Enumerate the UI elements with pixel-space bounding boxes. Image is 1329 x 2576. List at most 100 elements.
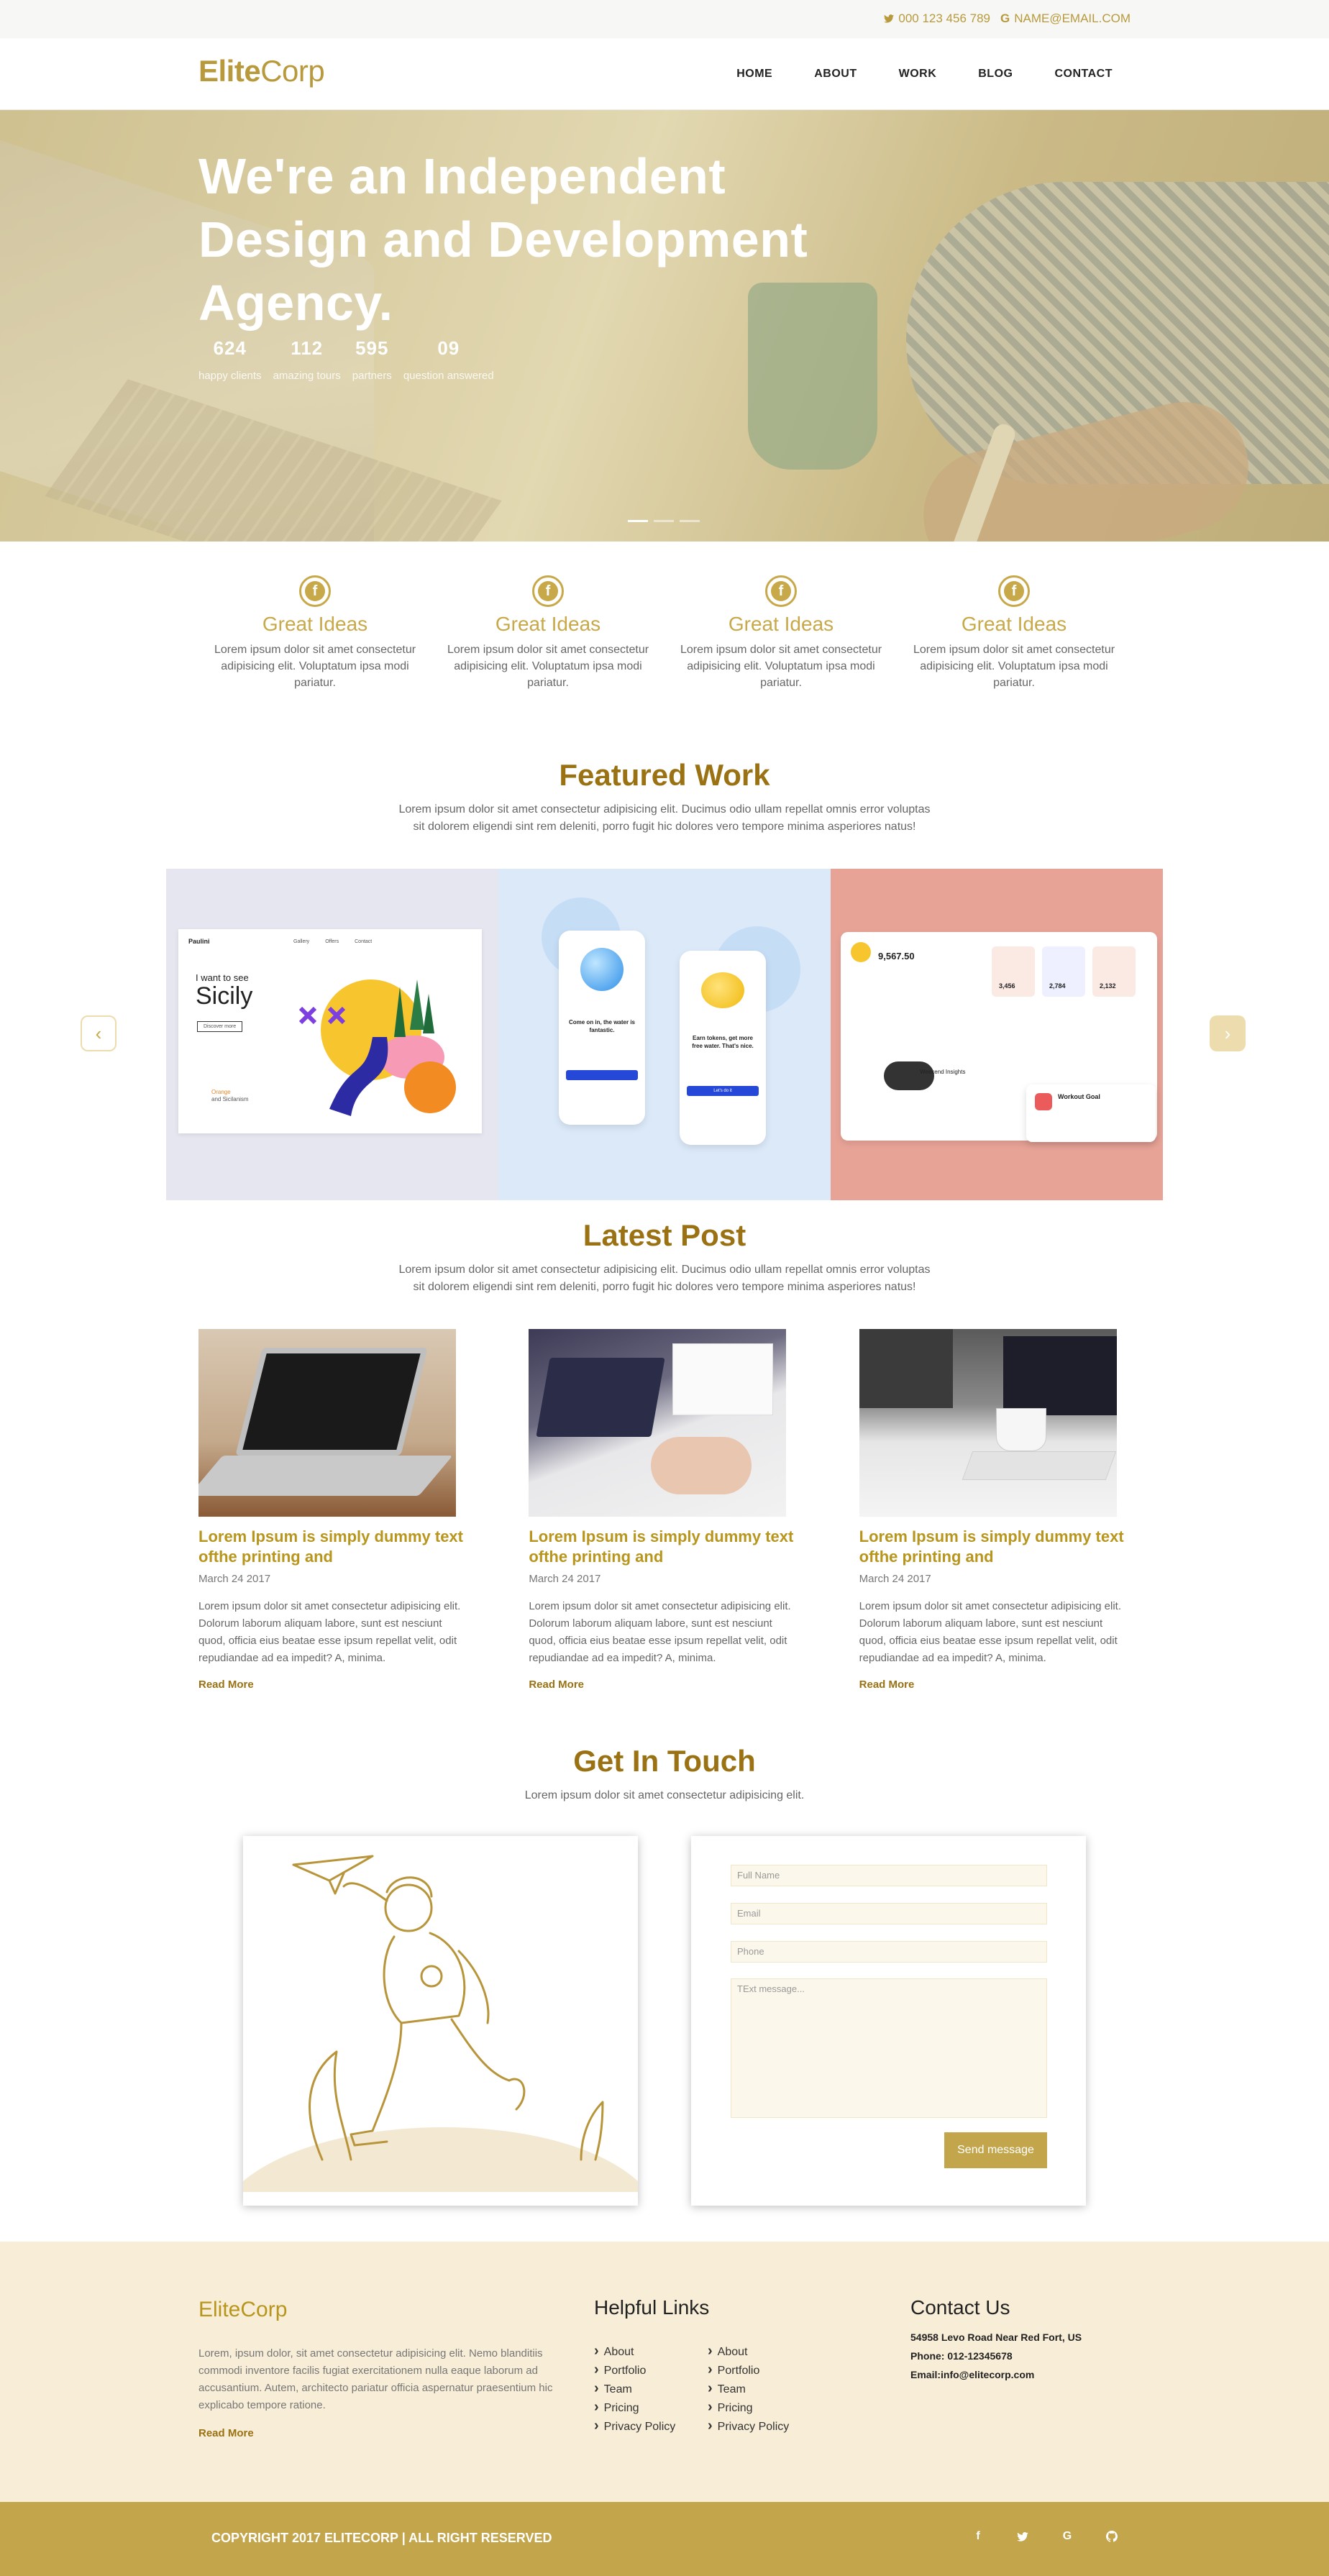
post-image-desk[interactable] (859, 1329, 1117, 1517)
phone-input[interactable]: Phone (731, 1941, 1047, 1963)
google-icon[interactable]: G (1059, 2528, 1076, 2545)
mockup-side-b: and Sicilanism (211, 1096, 249, 1102)
nav-about[interactable]: ABOUT (814, 68, 857, 81)
full-name-input[interactable]: Full Name (731, 1865, 1047, 1886)
feature-card: f Great Ideas Lorem ipsum dolor sit amet… (898, 575, 1131, 691)
stat-label: happy clients (198, 370, 262, 382)
slider-dot[interactable] (654, 520, 674, 522)
mockup-menu-item: Offers (325, 939, 339, 944)
mockup-headline: I want to see (196, 972, 249, 983)
contact-us-title: Contact Us (910, 2296, 1010, 2319)
twitter-icon (884, 14, 895, 23)
post-date: March 24 2017 (859, 1573, 931, 1585)
work-mockup: Paulini Gallery Offers Contact I want to… (178, 929, 482, 1133)
footer-link-pricing[interactable]: Pricing (708, 2398, 789, 2417)
footer-link-about[interactable]: About (708, 2342, 789, 2361)
message-textarea[interactable]: TExt message... (731, 1978, 1047, 2118)
email-text: NAME@EMAIL.COM (1014, 12, 1131, 25)
latest-title: Latest Post (583, 1218, 746, 1252)
stat-label: amazing tours (273, 370, 341, 382)
logo[interactable]: EliteCorp (198, 54, 325, 88)
post-title[interactable]: Lorem Ipsum is simply dummy text ofthe p… (198, 1527, 470, 1567)
featured-sub-line: Lorem ipsum dolor sit amet consectetur a… (398, 803, 931, 816)
featured-subtitle: Lorem ipsum dolor sit amet consectetur a… (0, 801, 1329, 836)
footer-link-privacy[interactable]: Privacy Policy (708, 2417, 790, 2436)
stat-item: 624 happy clients (198, 337, 262, 382)
prev-arrow-button[interactable]: ‹ (81, 1015, 117, 1051)
nav-work[interactable]: WORK (899, 68, 937, 81)
mockup-menu-item: Contact (355, 939, 373, 944)
paper-plane-illustration (243, 1836, 638, 2206)
footer-link-team[interactable]: Team (594, 2380, 675, 2398)
nav-contact[interactable]: CONTACT (1054, 68, 1113, 81)
footer-link-privacy[interactable]: Privacy Policy (594, 2417, 676, 2436)
logo-part-a: Elite (198, 54, 261, 88)
footer-link-team[interactable]: Team (708, 2380, 789, 2398)
read-more-link[interactable]: Read More (859, 1678, 1131, 1691)
footer-links-col-a: About Portfolio Team Pricing Privacy Pol… (594, 2342, 676, 2436)
footer-link-pricing[interactable]: Pricing (594, 2398, 675, 2417)
mockup-button: Discover more (197, 1021, 243, 1032)
stat-number: 09 (437, 337, 460, 359)
send-message-button[interactable]: Send message (944, 2132, 1047, 2168)
latest-sub-line: sit dolorem eligendi sint rem deleniti, … (413, 1281, 916, 1293)
phone-mockup: Earn tokens, get more free water. That's… (680, 951, 766, 1145)
post-image-typing[interactable] (529, 1329, 787, 1517)
top-phone[interactable]: 000 123 456 789 (884, 12, 990, 26)
read-more-link[interactable]: Read More (198, 1678, 470, 1691)
nav-blog[interactable]: BLOG (978, 68, 1013, 81)
mockup-side-a: Orange (211, 1089, 231, 1095)
read-more-link[interactable]: Read More (529, 1678, 800, 1691)
work-item-sicily[interactable]: Paulini Gallery Offers Contact I want to… (166, 869, 498, 1200)
hero-stats: 624 happy clients 112 amazing tours 595 par… (198, 337, 506, 382)
top-contact: 000 123 456 789 G NAME@EMAIL.COM (884, 12, 1131, 26)
feature-text: Lorem ipsum dolor sit amet consectetur a… (447, 644, 649, 689)
nav-home[interactable]: HOME (736, 68, 772, 81)
copyright-text: COPYRIGHT 2017 ELITECORP | ALL RIGHT RES… (211, 2531, 552, 2545)
work-carousel: Paulini Gallery Offers Contact I want to… (166, 869, 1163, 1200)
contact-title: Get In Touch (573, 1744, 756, 1778)
feature-title: Great Ideas (262, 613, 368, 635)
slider-dot[interactable] (628, 520, 648, 522)
footer: EliteCorp Lorem, ipsum dolor, sit amet c… (0, 2242, 1329, 2502)
post-title[interactable]: Lorem Ipsum is simply dummy text ofthe p… (529, 1527, 800, 1567)
work-item-dashboard[interactable]: 9,567.50 3,456 2,784 2,132 Weekend Insig… (831, 869, 1163, 1200)
footer-brand: EliteCorp (198, 2298, 288, 2321)
post-excerpt: Lorem ipsum dolor sit amet consectetur a… (198, 1600, 461, 1664)
email-input[interactable]: Email (731, 1903, 1047, 1924)
contact-subtitle: Lorem ipsum dolor sit amet consectetur a… (524, 1789, 805, 1801)
contact-email[interactable]: Email:info@elitecorp.com (910, 2365, 1082, 2384)
post-image-laptop[interactable] (198, 1329, 456, 1517)
footer-link-portfolio[interactable]: Portfolio (594, 2361, 675, 2380)
slider-dots (628, 520, 700, 522)
facebook-icon: f (765, 575, 797, 607)
facebook-icon[interactable]: f (969, 2528, 987, 2545)
contact-phone: Phone: 012-12345678 (910, 2350, 1013, 2362)
main-menu: HOME ABOUT WORK BLOG CONTACT (695, 38, 1113, 110)
slider-dot[interactable] (680, 520, 700, 522)
post-title[interactable]: Lorem Ipsum is simply dummy text ofthe p… (859, 1527, 1131, 1567)
footer-read-more[interactable]: Read More (198, 2427, 254, 2439)
footer-link-about[interactable]: About (594, 2342, 675, 2361)
footer-links-col-b: About Portfolio Team Pricing Privacy Pol… (708, 2342, 790, 2436)
contact-form: Full Name Email Phone TExt message... Se… (691, 1836, 1086, 2206)
chevron-left-icon: ‹ (95, 1022, 102, 1044)
dash-stat: 3,456 (999, 982, 1015, 990)
google-icon: G (1000, 12, 1010, 25)
footer-link-portfolio[interactable]: Portfolio (708, 2361, 789, 2380)
featured-title: Featured Work (559, 758, 770, 792)
post-excerpt: Lorem ipsum dolor sit amet consectetur a… (859, 1600, 1121, 1664)
dash-card-label: Weekend Insights (920, 1069, 966, 1075)
top-email[interactable]: G NAME@EMAIL.COM (1000, 12, 1131, 26)
github-icon[interactable] (1103, 2528, 1120, 2545)
feature-text: Lorem ipsum dolor sit amet consectetur a… (214, 644, 416, 689)
work-item-water-app[interactable]: Come on in, the water is fantastic. Earn… (498, 869, 831, 1200)
feature-title: Great Ideas (495, 613, 601, 635)
feature-card: f Great Ideas Lorem ipsum dolor sit amet… (431, 575, 664, 691)
top-bar: 000 123 456 789 G NAME@EMAIL.COM (0, 0, 1329, 38)
contact-details: 54958 Levo Road Near Red Fort, US Phone:… (910, 2328, 1082, 2384)
facebook-icon: f (299, 575, 331, 607)
copyright-bar: COPYRIGHT 2017 ELITECORP | ALL RIGHT RES… (0, 2502, 1329, 2576)
twitter-icon[interactable] (1014, 2528, 1031, 2545)
next-arrow-button[interactable]: › (1210, 1015, 1246, 1051)
